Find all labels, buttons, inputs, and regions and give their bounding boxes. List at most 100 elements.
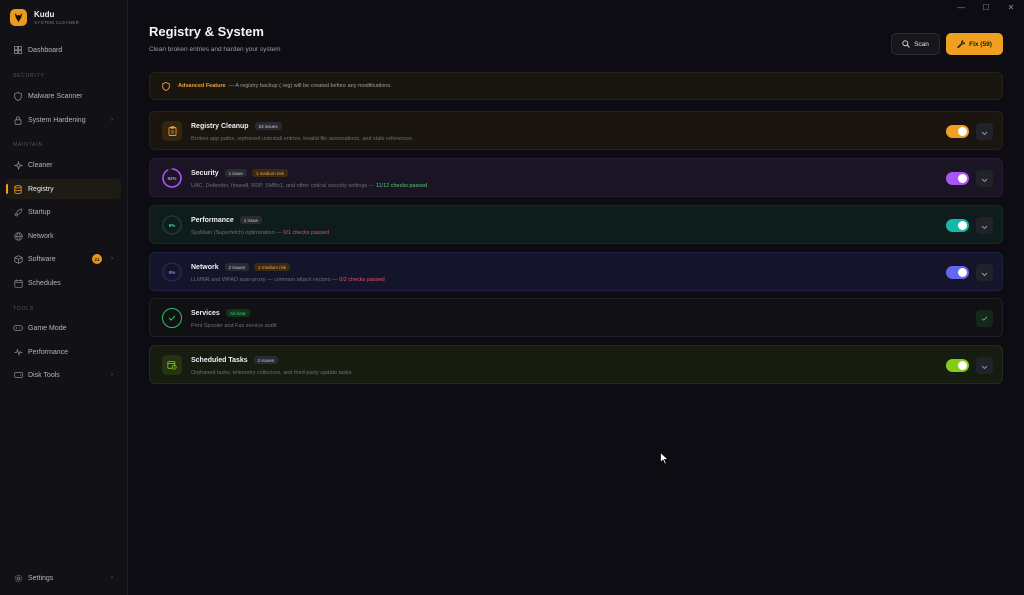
expand-button[interactable] <box>976 217 993 234</box>
banner-text: — A registry backup (.reg) will be creat… <box>228 83 392 89</box>
check-circle-icon <box>162 308 182 328</box>
chevron-down-icon <box>981 357 988 375</box>
category-toggle[interactable] <box>946 219 969 232</box>
banner-title: Advanced Feature <box>178 83 226 89</box>
software-count-badge: 21 <box>92 254 102 264</box>
nav-registry[interactable]: Registry <box>6 179 121 199</box>
database-icon <box>13 184 23 194</box>
category-description: SysMain (Superfetch) optimization — 0/1 … <box>191 230 329 236</box>
chevron-right-icon: › <box>111 256 113 262</box>
gamepad-icon <box>13 323 23 333</box>
category-title: Performance <box>191 216 234 224</box>
category-title: Registry Cleanup <box>191 122 249 130</box>
chevron-down-icon <box>981 217 988 235</box>
gear-icon <box>13 573 23 583</box>
shield-icon <box>13 91 23 101</box>
nav-malware-scanner[interactable]: Malware Scanner <box>6 86 121 106</box>
nav-system-hardening[interactable]: System Hardening › <box>6 110 121 130</box>
fix-button[interactable]: Fix (59) <box>946 33 1003 55</box>
nav-label: Network <box>28 232 54 240</box>
issue-count-badge: 53 issues <box>254 122 282 130</box>
search-icon <box>902 40 910 48</box>
rocket-icon <box>13 207 23 217</box>
nav-label: Performance <box>28 348 69 356</box>
shield-icon <box>162 81 170 91</box>
scan-button[interactable]: Scan <box>891 33 940 55</box>
nav-label: Cleaner <box>28 161 53 169</box>
nav-disk-tools[interactable]: Disk Tools › <box>6 365 121 385</box>
nav-label: Malware Scanner <box>28 92 83 100</box>
expand-button[interactable] <box>976 357 993 374</box>
mouse-cursor-icon <box>660 451 669 470</box>
progress-percent: 0% <box>168 269 176 275</box>
maximize-button[interactable]: ☐ <box>980 3 992 12</box>
category-card-performance[interactable]: 0% Performance 1 issue SysMain (Superfet… <box>149 205 1003 244</box>
category-toggle[interactable] <box>946 172 969 185</box>
nav-game-mode[interactable]: Game Mode <box>6 318 121 338</box>
nav-cleaner[interactable]: Cleaner <box>6 155 121 175</box>
clipboard-icon <box>162 121 182 141</box>
section-label-maintain: MAINTAIN <box>13 142 43 148</box>
checks-status: 0/1 checks passed <box>283 230 329 236</box>
nav-settings[interactable]: Settings › <box>6 568 121 588</box>
app-name: Kudu <box>34 9 55 19</box>
nav-label: Software <box>28 255 56 263</box>
category-description: Print Spooler and Fax service audit <box>191 323 277 329</box>
nav-label: Settings <box>28 574 54 582</box>
issue-count-badge: 2 issues <box>224 263 250 271</box>
scan-label: Scan <box>914 40 929 48</box>
nav-label: Disk Tools <box>28 371 60 379</box>
lock-icon <box>13 115 23 125</box>
category-toggle[interactable] <box>946 359 969 372</box>
progress-ring: 0% <box>162 215 182 235</box>
nav-label: Schedules <box>28 279 61 287</box>
category-toggle[interactable] <box>946 266 969 279</box>
chevron-right-icon: › <box>111 117 113 123</box>
chevron-down-icon <box>981 264 988 282</box>
category-card-services[interactable]: Services All clear Print Spooler and Fax… <box>149 298 1003 337</box>
app-subtitle: SYSTEM CLEANER <box>34 19 80 25</box>
status-badge: All clear <box>225 309 250 317</box>
category-title: Services <box>191 309 220 317</box>
nav-label: Registry <box>28 185 54 193</box>
chevron-right-icon: › <box>111 372 113 378</box>
chevron-down-icon <box>981 170 988 188</box>
category-description: UAC, Defender, firewall, RDP, SMBv1, and… <box>191 183 428 189</box>
category-card-scheduled-tasks[interactable]: Scheduled Tasks 2 issues Orphaned tasks,… <box>149 345 1003 384</box>
nav-label: Dashboard <box>28 46 63 54</box>
advanced-feature-banner: Advanced Feature — A registry backup (.r… <box>149 72 1003 100</box>
wrench-icon <box>957 40 966 48</box>
issue-count-badge: 1 issue <box>239 216 263 224</box>
sidebar: Kudu SYSTEM CLEANER Dashboard SECURITY M… <box>0 0 128 595</box>
pulse-icon <box>13 347 23 357</box>
progress-percent: 0% <box>168 222 176 228</box>
expand-button[interactable] <box>976 170 993 187</box>
section-label-tools: TOOLS <box>13 306 34 312</box>
nav-label: System Hardening <box>28 116 86 124</box>
grid-icon <box>13 45 23 55</box>
expand-button[interactable] <box>976 264 993 281</box>
category-card-registry-cleanup[interactable]: Registry Cleanup 53 issues Broken app pa… <box>149 111 1003 150</box>
nav-dashboard[interactable]: Dashboard <box>6 40 121 60</box>
nav-performance[interactable]: Performance <box>6 342 121 362</box>
minimize-button[interactable]: — <box>955 3 967 12</box>
page-subtitle: Clean broken entries and harden your sys… <box>149 46 281 53</box>
category-card-security[interactable]: 92% Security 1 issue 1 medium risk UAC, … <box>149 158 1003 197</box>
category-toggle[interactable] <box>946 125 969 138</box>
nav-software[interactable]: Software 21 › <box>6 249 121 269</box>
nav-startup[interactable]: Startup <box>6 202 121 222</box>
close-button[interactable]: ✕ <box>1005 3 1017 12</box>
section-label-security: SECURITY <box>13 73 45 79</box>
nav-schedules[interactable]: Schedules <box>6 273 121 293</box>
globe-icon <box>13 231 23 241</box>
category-description: Orphaned tasks, telemetry collectors, an… <box>191 370 352 376</box>
complete-check-icon <box>976 310 993 327</box>
issue-count-badge: 2 issues <box>253 356 279 364</box>
category-card-network[interactable]: 0% Network 2 issues 2 medium risk LLMNR … <box>149 252 1003 291</box>
risk-badge: 1 medium risk <box>251 169 288 177</box>
nav-network[interactable]: Network <box>6 226 121 246</box>
sparkle-icon <box>13 160 23 170</box>
nav-label: Game Mode <box>28 324 67 332</box>
expand-button[interactable] <box>976 123 993 140</box>
checks-status: 11/12 checks passed <box>375 183 428 189</box>
